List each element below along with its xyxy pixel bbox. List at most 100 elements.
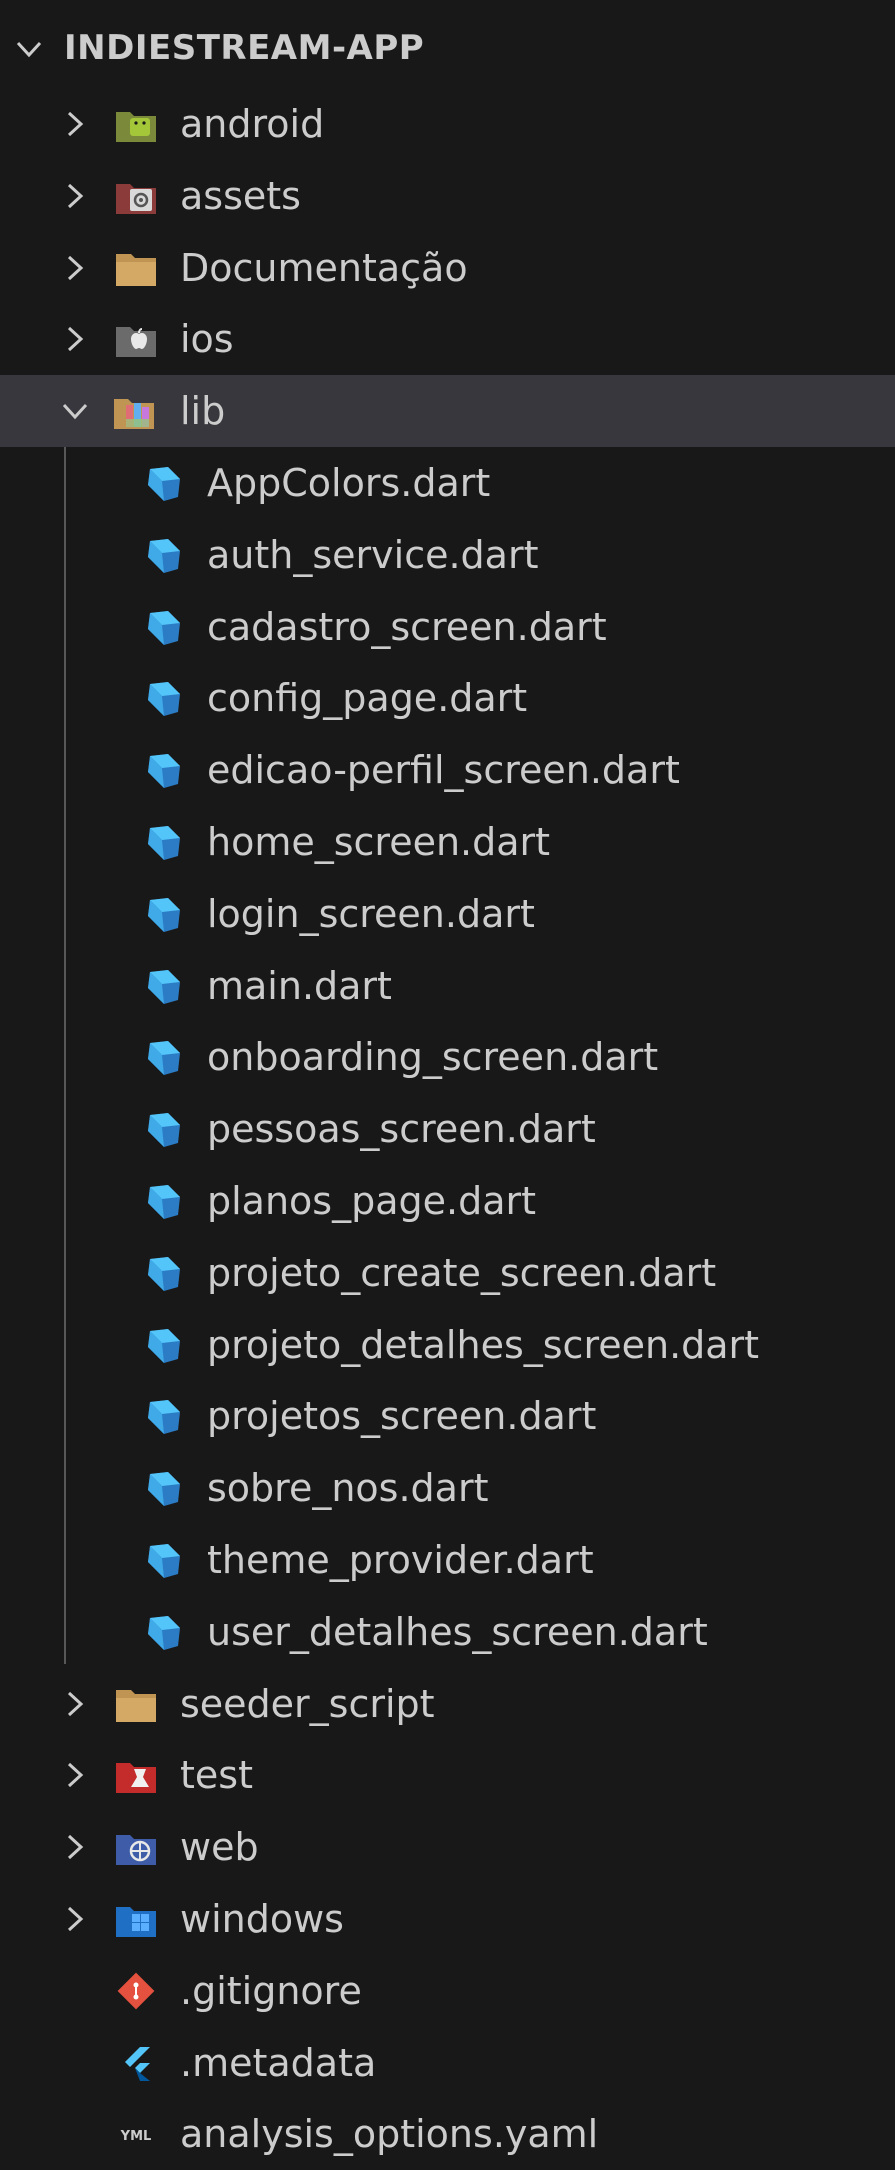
dart-icon	[140, 966, 184, 1006]
file-row[interactable]: onboarding_screen.dart	[0, 1021, 895, 1093]
item-label: sobre_nos.dart	[207, 1466, 489, 1511]
chevron-down-icon[interactable]	[14, 34, 44, 64]
chevron-right-icon[interactable]	[60, 181, 90, 211]
item-label: seeder_script	[180, 1681, 435, 1726]
chevron-right-icon[interactable]	[60, 1904, 90, 1934]
item-label: assets	[180, 173, 301, 218]
item-label: projetos_screen.dart	[207, 1394, 597, 1439]
file-row[interactable]: cadastro_screen.dart	[0, 591, 895, 663]
folder-row[interactable]: web	[0, 1811, 895, 1883]
dart-icon	[140, 1612, 184, 1652]
folder-icon	[114, 1684, 158, 1724]
item-label: user_detalhes_screen.dart	[207, 1609, 708, 1654]
dart-icon	[140, 1181, 184, 1221]
item-label: Documentação	[180, 245, 468, 290]
item-label: android	[180, 102, 325, 146]
file-row[interactable]: main.dart	[0, 950, 895, 1022]
item-label: onboarding_screen.dart	[207, 1035, 659, 1080]
file-row[interactable]: theme_provider.dart	[0, 1524, 895, 1596]
item-label: AppColors.dart	[207, 461, 491, 505]
project-title: INDIESTREAM-APP	[64, 28, 425, 68]
ios-folder-icon	[114, 319, 158, 359]
dart-icon	[140, 535, 184, 575]
chevron-right-icon[interactable]	[60, 109, 90, 139]
dart-icon	[140, 1396, 184, 1436]
windows-folder-icon	[114, 1899, 158, 1939]
chevron-right-icon[interactable]	[60, 1832, 90, 1862]
file-row[interactable]: user_detalhes_screen.dart	[0, 1596, 895, 1668]
chevron-right-icon[interactable]	[60, 1760, 90, 1790]
item-label: lib	[180, 389, 226, 434]
flutter-icon	[114, 2043, 158, 2083]
dart-icon	[140, 1037, 184, 1077]
file-row[interactable]: AppColors.dart	[0, 447, 895, 519]
dart-icon	[140, 678, 184, 718]
item-label: edicao-perfil_screen.dart	[207, 748, 680, 793]
dart-icon	[140, 607, 184, 647]
dart-icon	[140, 1540, 184, 1580]
item-label: web	[180, 1825, 259, 1870]
folder-row[interactable]: seeder_script	[0, 1668, 895, 1740]
svg-text:YML: YML	[120, 2129, 152, 2144]
folder-row[interactable]: ios	[0, 303, 895, 375]
file-row[interactable]: login_screen.dart	[0, 878, 895, 950]
chevron-down-icon[interactable]	[60, 396, 90, 426]
folder-row[interactable]: assets	[0, 160, 895, 232]
item-label: config_page.dart	[207, 676, 528, 721]
chevron-right-icon[interactable]	[60, 1689, 90, 1719]
item-label: .metadata	[180, 2040, 377, 2085]
dart-icon	[140, 463, 184, 503]
folder-row[interactable]: windows	[0, 1883, 895, 1955]
file-row[interactable]: projeto_create_screen.dart	[0, 1237, 895, 1309]
file-row[interactable]: planos_page.dart	[0, 1165, 895, 1237]
dart-icon	[140, 1325, 184, 1365]
item-label: pessoas_screen.dart	[207, 1107, 596, 1152]
item-label: ios	[180, 317, 234, 362]
file-row[interactable]: pessoas_screen.dart	[0, 1093, 895, 1165]
chevron-right-icon[interactable]	[60, 253, 90, 283]
item-label: home_screen.dart	[207, 820, 551, 864]
item-label: auth_service.dart	[207, 532, 539, 577]
item-label: analysis_options.yaml	[180, 2112, 599, 2157]
dart-icon	[140, 1468, 184, 1508]
dart-icon	[140, 750, 184, 790]
folder-row[interactable]: Documentação	[0, 232, 895, 304]
project-header[interactable]: INDIESTREAM-APP	[0, 0, 895, 96]
android-folder-icon	[114, 104, 158, 144]
dart-icon	[140, 822, 184, 862]
item-label: projeto_create_screen.dart	[207, 1250, 717, 1295]
test-folder-icon	[114, 1755, 158, 1795]
file-row[interactable]: YML analysis_options.yaml	[0, 2098, 895, 2170]
file-row[interactable]: config_page.dart	[0, 662, 895, 734]
item-label: cadastro_screen.dart	[207, 604, 607, 649]
file-row[interactable]: edicao-perfil_screen.dart	[0, 734, 895, 806]
dart-icon	[140, 1109, 184, 1149]
yaml-icon: YML	[114, 2114, 158, 2154]
file-row[interactable]: auth_service.dart	[0, 519, 895, 591]
file-row[interactable]: home_screen.dart	[0, 806, 895, 878]
file-row[interactable]: .metadata	[0, 2027, 895, 2099]
dart-icon	[140, 894, 184, 934]
item-label: projeto_detalhes_screen.dart	[207, 1322, 760, 1367]
item-label: planos_page.dart	[207, 1179, 537, 1223]
file-explorer: INDIESTREAM-APP android assets Documentaçã…	[0, 0, 895, 2160]
item-label: login_screen.dart	[207, 891, 535, 936]
folder-icon	[114, 248, 158, 288]
file-row[interactable]: projeto_detalhes_screen.dart	[0, 1309, 895, 1381]
item-label: test	[180, 1753, 253, 1798]
folder-row[interactable]: test	[0, 1739, 895, 1811]
file-row[interactable]: .gitignore	[0, 1955, 895, 2027]
web-folder-icon	[114, 1827, 158, 1867]
assets-folder-icon	[114, 176, 158, 216]
file-row[interactable]: sobre_nos.dart	[0, 1452, 895, 1524]
item-label: theme_provider.dart	[207, 1538, 594, 1582]
git-icon	[114, 1971, 158, 2011]
file-row[interactable]: projetos_screen.dart	[0, 1380, 895, 1452]
item-label: .gitignore	[180, 1968, 362, 2013]
lib-folder-icon	[112, 391, 156, 431]
item-label: windows	[180, 1897, 344, 1941]
folder-row[interactable]: android	[0, 88, 895, 160]
folder-row-lib[interactable]: lib	[0, 375, 895, 448]
chevron-right-icon[interactable]	[60, 324, 90, 354]
item-label: main.dart	[207, 963, 392, 1008]
